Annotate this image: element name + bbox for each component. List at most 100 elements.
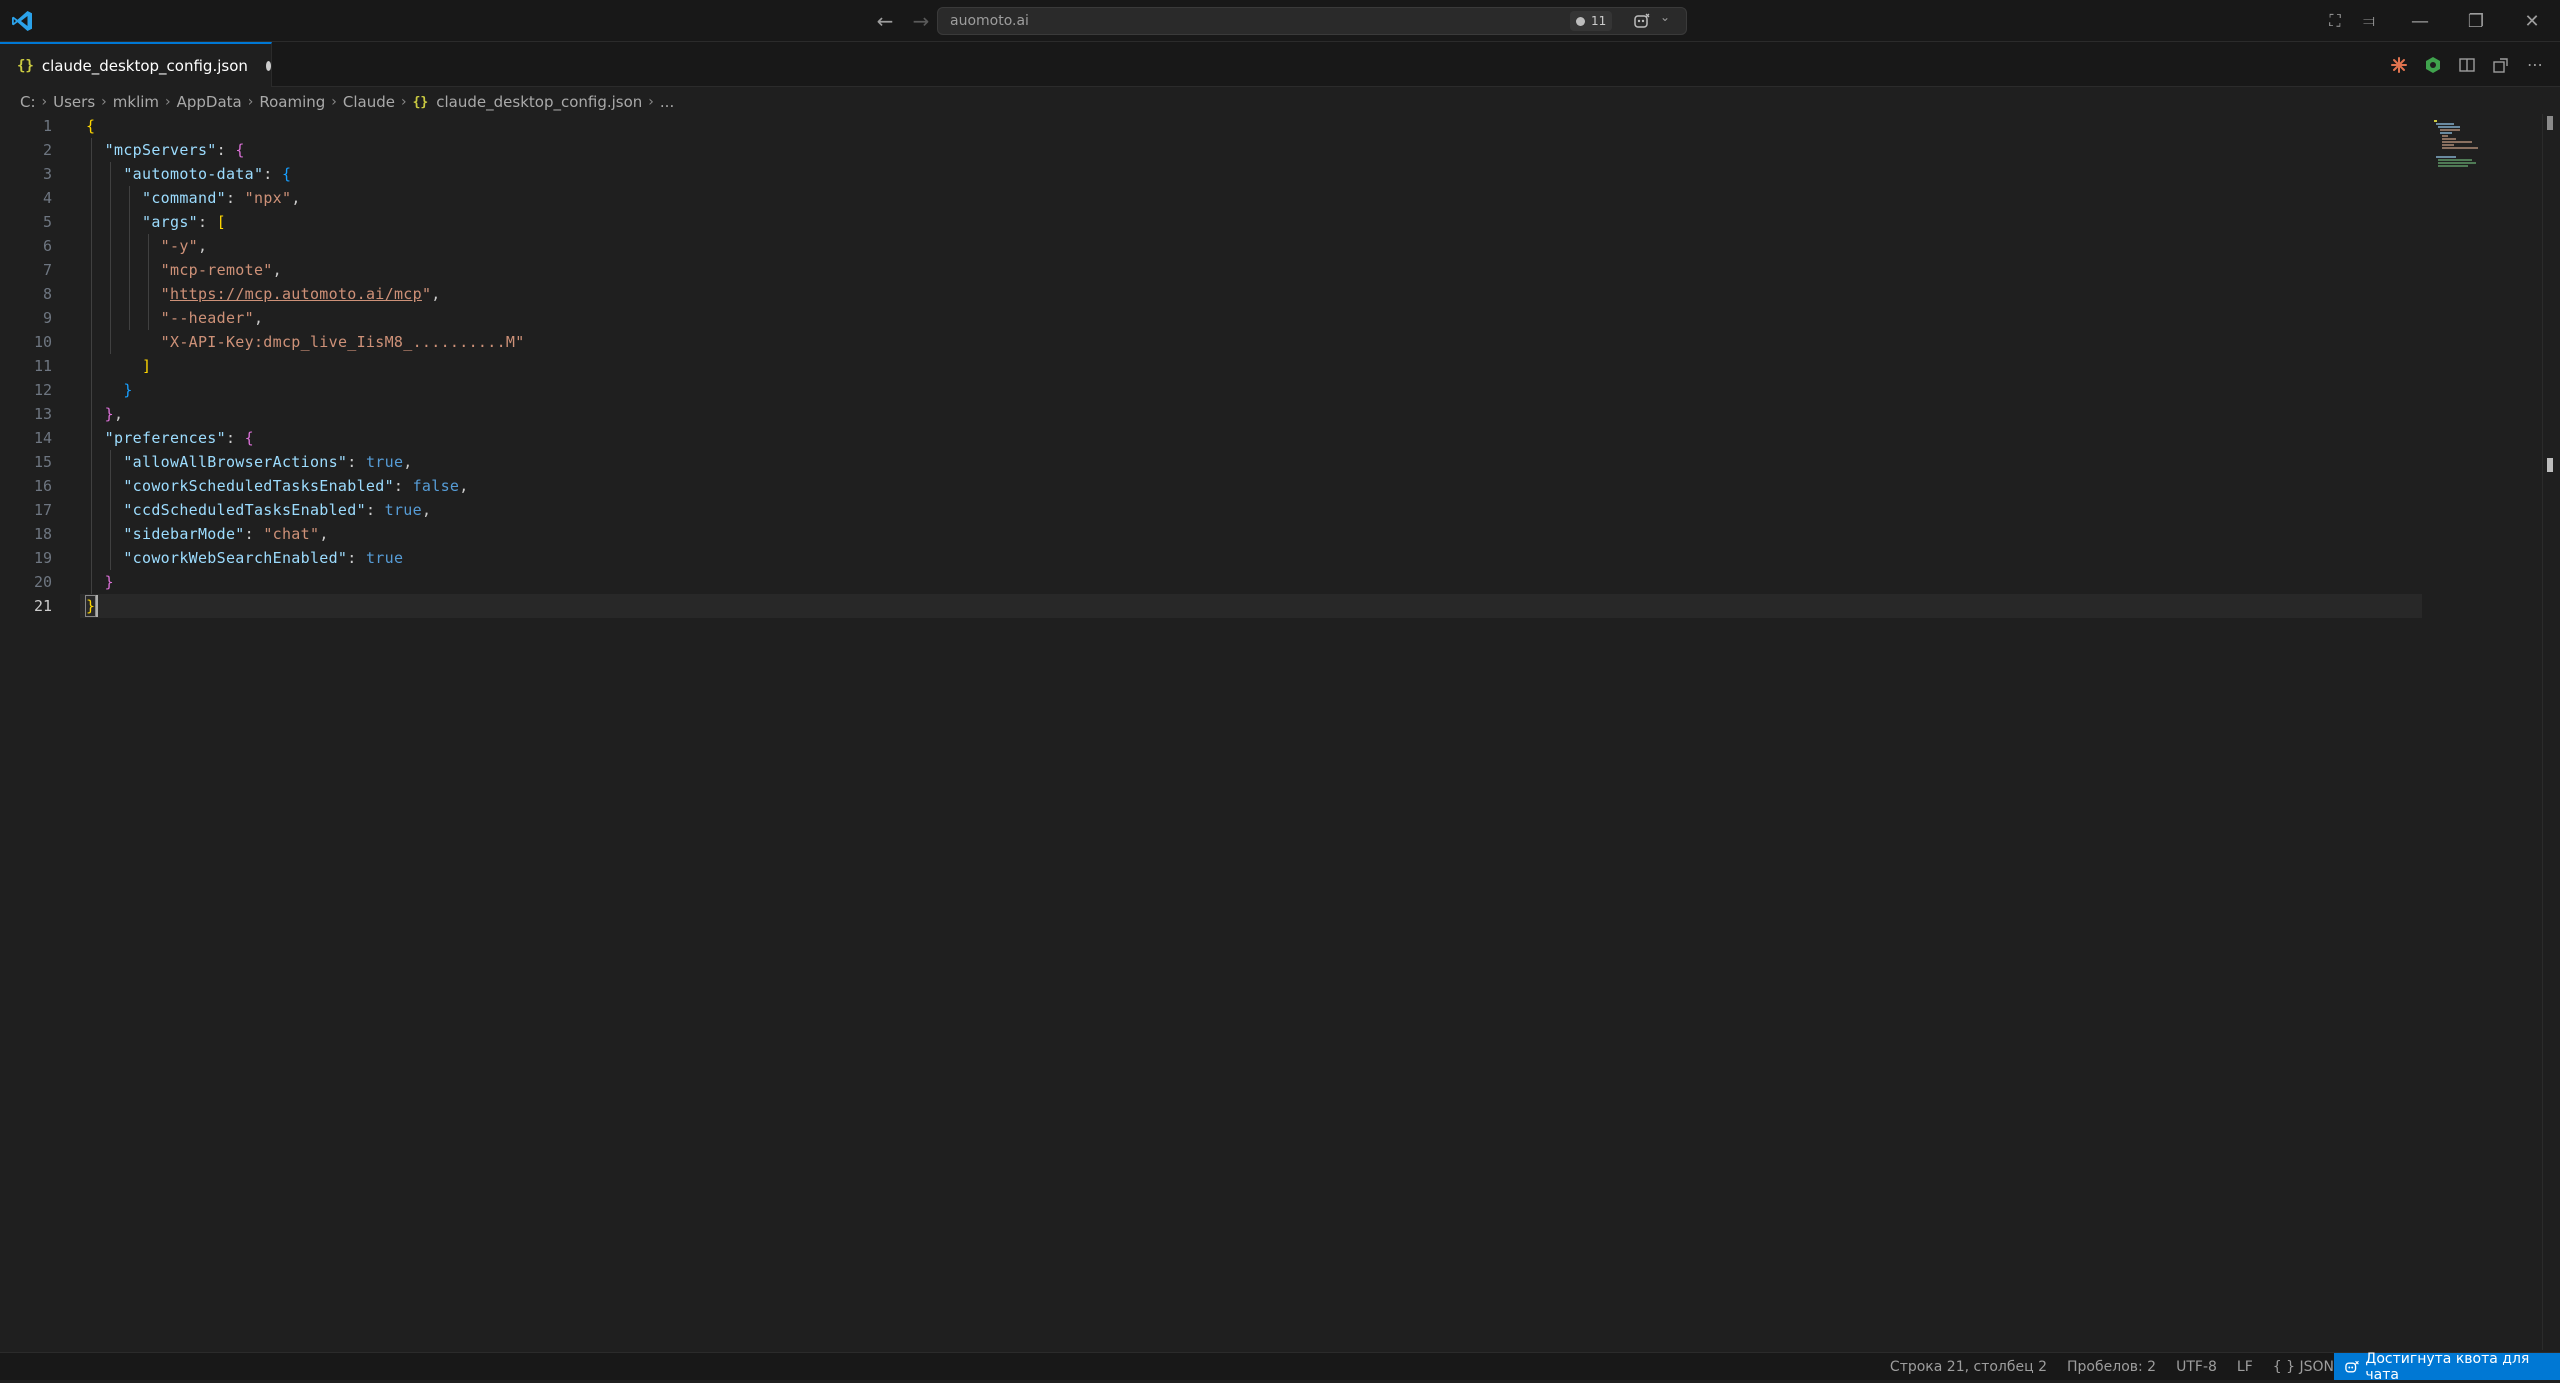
forward-arrow-icon[interactable]: → bbox=[908, 8, 934, 34]
code-line: "sidebarMode": "chat", bbox=[123, 525, 329, 543]
chevron-right-icon: › bbox=[401, 94, 407, 110]
chevron-down-icon[interactable]: ⌄ bbox=[1660, 10, 1670, 24]
chevron-right-icon: › bbox=[101, 94, 107, 110]
cursor-position-status[interactable]: Строка 21, столбец 2 bbox=[1890, 1359, 2047, 1375]
split-editor-icon[interactable] bbox=[2452, 50, 2482, 80]
code-line: "mcp-remote", bbox=[160, 261, 282, 279]
line-number: 17 bbox=[33, 501, 52, 519]
breadcrumb-item-file[interactable]: claude_desktop_config.json bbox=[436, 93, 642, 111]
chat-quota-status[interactable]: Достигнута квота для чата bbox=[2334, 1350, 2560, 1383]
quota-label: Достигнута квота для чата bbox=[2365, 1350, 2530, 1383]
scroll-position-marker bbox=[2547, 116, 2553, 130]
json-file-icon: {} bbox=[17, 57, 34, 74]
code-line: "allowAllBrowserActions": true, bbox=[123, 453, 413, 471]
code-line: "mcpServers": { bbox=[104, 141, 245, 159]
breadcrumb-item-symbols[interactable]: ... bbox=[660, 93, 674, 111]
chevron-right-icon: › bbox=[331, 94, 337, 110]
restore-icon[interactable]: ❐ bbox=[2448, 0, 2504, 42]
line-number: 5 bbox=[42, 213, 52, 231]
code-line: "preferences": { bbox=[104, 429, 254, 447]
tab-label: claude_desktop_config.json bbox=[41, 56, 248, 75]
code-line: } bbox=[104, 573, 115, 591]
line-number: 12 bbox=[33, 381, 52, 399]
pin-icon[interactable]: ⫤ bbox=[2352, 0, 2386, 42]
line-number: 13 bbox=[33, 405, 52, 423]
extension-hexagon-icon[interactable] bbox=[2418, 50, 2448, 80]
editor-actions: ⋯ bbox=[2384, 42, 2550, 87]
json-file-icon: {} bbox=[412, 94, 429, 110]
status-bar: Строка 21, столбец 2 Пробелов: 2 UTF-8 L… bbox=[0, 1350, 2560, 1383]
line-number: 14 bbox=[33, 429, 52, 447]
language-mode-status[interactable]: { } JSON bbox=[2273, 1359, 2334, 1375]
copilot-icon[interactable] bbox=[1632, 11, 1654, 31]
back-arrow-icon[interactable]: ← bbox=[872, 8, 898, 34]
code-line: "--header", bbox=[160, 309, 264, 327]
chevron-right-icon: › bbox=[41, 94, 48, 110]
chevron-right-icon: › bbox=[648, 94, 654, 110]
breadcrumb-item-users[interactable]: Users bbox=[53, 93, 95, 111]
bracket-match-highlight bbox=[85, 595, 96, 617]
current-line-highlight bbox=[80, 594, 2422, 618]
code-line: }, bbox=[104, 405, 124, 423]
badge-count: 11 bbox=[1591, 14, 1607, 28]
braces-icon: { } bbox=[2272, 1358, 2296, 1375]
line-number: 20 bbox=[33, 573, 52, 591]
breadcrumb: C: › Users › mklim › AppData › Roaming ›… bbox=[20, 88, 674, 116]
chevron-right-icon: › bbox=[165, 94, 171, 110]
breadcrumb-item-appdata[interactable]: AppData bbox=[177, 93, 242, 111]
line-number: 15 bbox=[33, 453, 52, 471]
line-number: 2 bbox=[42, 141, 52, 159]
title-bar: ← → auomoto.ai 11 ⌄ ⛶ ⫤ — ❐ ✕ bbox=[0, 0, 2560, 42]
copilot-warning-icon bbox=[2345, 1360, 2359, 1372]
url-link[interactable]: https://mcp.automoto.ai/mcp bbox=[170, 285, 422, 303]
close-icon[interactable]: ✕ bbox=[2504, 0, 2560, 42]
line-number: 3 bbox=[42, 165, 52, 183]
code-editor[interactable]: 1 2 3 4 5 6 7 8 9 10 11 12 13 14 15 16 1… bbox=[0, 114, 2560, 1350]
code-line: "automoto-data": { bbox=[123, 165, 292, 183]
code-line: "https://mcp.automoto.ai/mcp", bbox=[160, 285, 441, 303]
line-number: 19 bbox=[33, 549, 52, 567]
line-number: 9 bbox=[42, 309, 52, 327]
eol-status[interactable]: LF bbox=[2237, 1359, 2253, 1375]
more-actions-icon[interactable]: ⋯ bbox=[2520, 50, 2550, 80]
title-actions: ⛶ ⫤ bbox=[2318, 0, 2386, 42]
minimap[interactable] bbox=[2432, 118, 2542, 168]
code-line: "X-API-Key:dmcp_live_IisM8_..........M" bbox=[160, 333, 525, 351]
code-line: { bbox=[86, 117, 96, 135]
line-number: 8 bbox=[42, 285, 52, 303]
breadcrumb-item-drive[interactable]: C: bbox=[20, 93, 36, 111]
code-line: } bbox=[123, 381, 133, 399]
minimize-icon[interactable]: — bbox=[2392, 0, 2448, 42]
code-line: "ccdScheduledTasksEnabled": true, bbox=[123, 501, 432, 519]
code-line: "command": "npx", bbox=[142, 189, 301, 207]
notification-badge[interactable]: 11 bbox=[1570, 11, 1613, 31]
fullscreen-icon[interactable]: ⛶ bbox=[2318, 0, 2352, 42]
line-number: 6 bbox=[42, 237, 52, 255]
breadcrumb-item-claude[interactable]: Claude bbox=[343, 93, 395, 111]
code-line: ] bbox=[142, 357, 152, 375]
code-line: "-y", bbox=[160, 237, 208, 255]
open-changes-icon[interactable] bbox=[2486, 50, 2516, 80]
line-number-active: 21 bbox=[33, 597, 52, 615]
vertical-scrollbar[interactable] bbox=[2542, 114, 2556, 1350]
breadcrumb-item-roaming[interactable]: Roaming bbox=[259, 93, 325, 111]
chevron-right-icon: › bbox=[247, 94, 254, 110]
line-number: 11 bbox=[33, 357, 52, 375]
line-number: 7 bbox=[42, 261, 52, 279]
line-number: 4 bbox=[42, 189, 52, 207]
navigation-arrows: ← → bbox=[872, 8, 934, 34]
tab-claude-desktop-config[interactable]: {} claude_desktop_config.json bbox=[0, 42, 272, 87]
text-cursor bbox=[96, 595, 98, 617]
encoding-status[interactable]: UTF-8 bbox=[2176, 1359, 2217, 1375]
line-number: 18 bbox=[33, 525, 52, 543]
breadcrumb-item-user[interactable]: mklim bbox=[113, 93, 159, 111]
command-center-text: auomoto.ai bbox=[950, 13, 1029, 29]
vscode-logo-icon[interactable] bbox=[10, 9, 34, 33]
claude-spark-icon[interactable] bbox=[2384, 50, 2414, 80]
command-center-search[interactable]: auomoto.ai 11 ⌄ bbox=[937, 7, 1687, 35]
code-line: "args": [ bbox=[142, 213, 227, 231]
code-line: "coworkWebSearchEnabled": true bbox=[123, 549, 404, 567]
status-items: Строка 21, столбец 2 Пробелов: 2 UTF-8 L… bbox=[1890, 1353, 2334, 1380]
indentation-status[interactable]: Пробелов: 2 bbox=[2067, 1359, 2156, 1375]
unsaved-dot-icon[interactable] bbox=[265, 60, 271, 71]
